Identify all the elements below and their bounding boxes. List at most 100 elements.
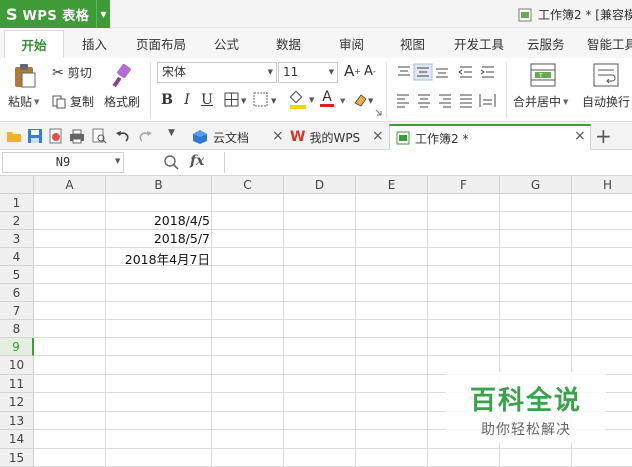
decrease-font-button[interactable]: A-	[364, 64, 376, 79]
row-header-8[interactable]: 8	[0, 320, 34, 338]
wps-logo-icon: W	[290, 129, 306, 145]
font-dialog-launcher-icon[interactable]	[375, 109, 382, 116]
indent-decrease-icon	[458, 66, 472, 78]
column-header-d[interactable]: D	[284, 176, 356, 194]
merge-center-icon[interactable]: T	[530, 63, 556, 87]
column-header-e[interactable]: E	[356, 176, 428, 194]
distributed-align-icon	[479, 94, 496, 107]
export-pdf-icon[interactable]	[48, 128, 64, 144]
row-header-4[interactable]: 4	[0, 248, 34, 266]
bold-button[interactable]: B	[158, 91, 176, 109]
grid-line	[34, 337, 632, 338]
tab-insert[interactable]: 插入	[82, 30, 107, 60]
svg-text:▼: ▼	[241, 97, 247, 105]
font-size-value: 11	[283, 65, 299, 79]
tab-home[interactable]: 开始	[4, 30, 64, 60]
row-header-1[interactable]: 1	[0, 194, 34, 212]
print-icon[interactable]	[69, 128, 85, 144]
zoom-search-icon[interactable]	[163, 154, 179, 170]
format-painter-button[interactable]: 格式刷	[104, 93, 140, 110]
grid-line	[34, 229, 632, 230]
doc-tab-workbook2[interactable]: 工作簿2 *	[389, 124, 591, 150]
doc-tab-label: 云文档	[213, 130, 250, 145]
font-color-button[interactable]: A	[320, 90, 334, 107]
close-icon[interactable]: ×	[272, 128, 284, 144]
cell-b2[interactable]: 2018/4/5	[106, 213, 210, 228]
paste-button[interactable]: 粘贴 ▼	[8, 93, 39, 110]
fill-pattern-icon[interactable]: ▼	[253, 92, 281, 108]
tab-cloud-services[interactable]: 云服务	[527, 30, 565, 60]
select-all-corner[interactable]	[0, 176, 34, 194]
row-header-6[interactable]: 6	[0, 284, 34, 302]
format-painter-icon[interactable]	[110, 63, 134, 89]
row-header-2[interactable]: 2	[0, 212, 34, 230]
merge-center-dropdown-icon[interactable]: ▼	[563, 98, 568, 106]
fill-color-icon[interactable]: ▼	[288, 90, 318, 110]
tab-view[interactable]: 视图	[400, 30, 425, 60]
column-header-f[interactable]: F	[428, 176, 500, 194]
row-header-5[interactable]: 5	[0, 266, 34, 284]
tab-smart-tools[interactable]: 智能工具	[587, 30, 632, 60]
wrap-text-button[interactable]: 自动换行	[582, 93, 630, 110]
paste-dropdown-icon[interactable]: ▼	[34, 98, 39, 106]
app-menu-dropdown-icon[interactable]: ▼	[96, 0, 110, 28]
row-header-11[interactable]: 11	[0, 375, 34, 393]
font-size-dropdown-icon: ▼	[328, 68, 334, 76]
tab-review[interactable]: 审阅	[339, 30, 364, 60]
copy-button[interactable]: 复制	[52, 93, 94, 110]
ribbon-separator	[386, 62, 387, 118]
row-header-10[interactable]: 10	[0, 356, 34, 375]
quick-access-dropdown-icon[interactable]: ▼	[168, 128, 175, 138]
align-center-icon	[418, 94, 430, 108]
cell-b4[interactable]: 2018年4月7日	[106, 249, 210, 268]
formula-input[interactable]	[224, 152, 630, 173]
row-header-7[interactable]: 7	[0, 302, 34, 320]
wrap-text-icon[interactable]	[593, 63, 619, 87]
open-folder-icon[interactable]	[6, 128, 22, 144]
row-header-12[interactable]: 12	[0, 393, 34, 412]
cell-b3[interactable]: 2018/5/7	[106, 231, 210, 246]
tab-developer[interactable]: 开发工具	[454, 30, 504, 60]
underline-button[interactable]: U	[198, 91, 216, 109]
borders-icon[interactable]: ▼	[224, 92, 250, 108]
tab-data[interactable]: 数据	[276, 30, 301, 60]
align-bottom-icon	[436, 68, 448, 78]
row-header-13[interactable]: 13	[0, 412, 34, 430]
italic-button[interactable]: I	[178, 91, 196, 109]
column-header-g[interactable]: G	[500, 176, 572, 194]
increase-font-button[interactable]: A +	[344, 62, 361, 80]
save-icon[interactable]	[27, 128, 43, 144]
cut-button[interactable]: ✂ 剪切	[52, 64, 92, 81]
print-preview-icon[interactable]	[91, 128, 107, 144]
column-header-c[interactable]: C	[212, 176, 284, 194]
font-size-select[interactable]: 11 ▼	[278, 62, 338, 83]
row-header-15[interactable]: 15	[0, 449, 34, 467]
app-menu-button[interactable]: S WPS 表格 ▼	[0, 0, 110, 28]
cut-label: 剪切	[67, 66, 92, 80]
name-box[interactable]: N9	[2, 152, 124, 173]
merge-center-button[interactable]: 合并居中 ▼	[513, 93, 568, 110]
column-header-h[interactable]: H	[572, 176, 632, 194]
column-header-b[interactable]: B	[106, 176, 212, 194]
redo-icon[interactable]	[137, 128, 153, 144]
tab-formulas[interactable]: 公式	[214, 30, 239, 60]
ribbon-separator	[150, 62, 151, 118]
grid-line	[34, 211, 632, 212]
new-tab-icon[interactable]: +	[595, 124, 612, 148]
undo-icon[interactable]	[115, 128, 131, 144]
row-header-9[interactable]: 9	[0, 338, 34, 356]
close-icon[interactable]: ×	[372, 128, 384, 144]
row-header-14[interactable]: 14	[0, 430, 34, 449]
watermark-title: 百科全说	[469, 386, 582, 416]
insert-function-icon[interactable]: fx	[190, 153, 204, 169]
row-header-3[interactable]: 3	[0, 230, 34, 248]
close-icon[interactable]: ×	[574, 128, 586, 144]
font-color-dropdown-icon[interactable]: ▼	[340, 97, 345, 105]
tab-page-layout[interactable]: 页面布局	[136, 30, 186, 60]
increase-font-icon: A	[344, 62, 355, 80]
column-header-a[interactable]: A	[34, 176, 106, 194]
paste-icon[interactable]	[13, 63, 37, 89]
clear-format-icon[interactable]: ▼	[352, 91, 376, 109]
name-box-dropdown-icon[interactable]: ▼	[115, 157, 120, 165]
font-name-select[interactable]: 宋体 ▼	[157, 62, 277, 83]
